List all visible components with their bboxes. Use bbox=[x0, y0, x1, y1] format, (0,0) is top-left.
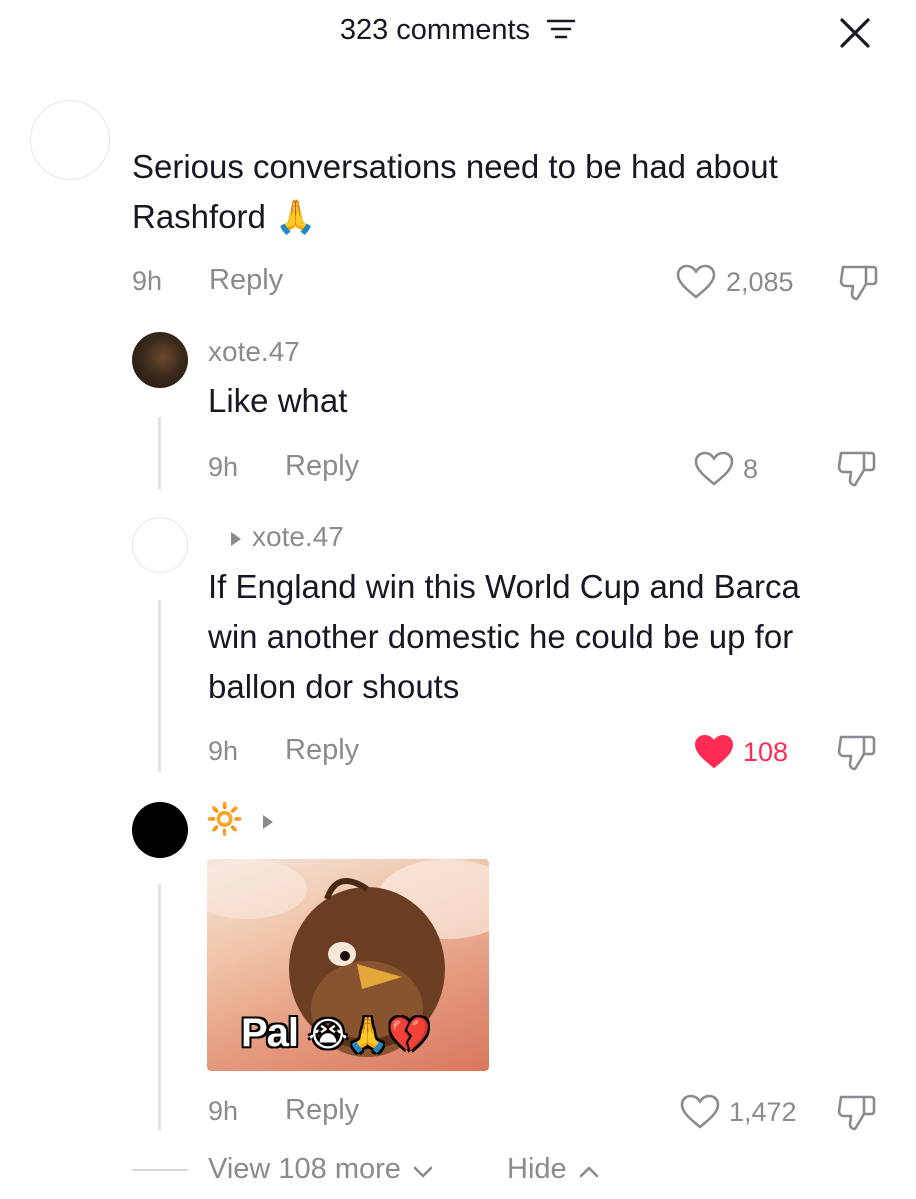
play-triangle-icon bbox=[230, 531, 242, 552]
comment-time: 9h bbox=[208, 452, 239, 482]
close-icon[interactable] bbox=[838, 16, 872, 50]
chevron-up-icon bbox=[579, 1154, 599, 1187]
comment-text: Serious conversations need to be had abo… bbox=[132, 148, 778, 235]
comment-text: Like what bbox=[208, 382, 348, 419]
chevron-down-icon bbox=[413, 1154, 433, 1187]
heart-icon[interactable] bbox=[694, 451, 734, 492]
comment-text: If England win this World Cup and Barca … bbox=[208, 568, 800, 705]
comments-header: 323 comments bbox=[0, 14, 916, 48]
heart-filled-icon[interactable] bbox=[694, 734, 734, 775]
dislike-icon[interactable] bbox=[836, 732, 878, 777]
view-more-replies-button[interactable]: View 108 more bbox=[208, 1153, 433, 1187]
play-triangle-icon bbox=[262, 804, 274, 838]
sticker-caption: Pal 😭🙏💔 bbox=[241, 1011, 431, 1055]
comment-time: 9h bbox=[208, 736, 239, 766]
username[interactable]: xote.47 bbox=[208, 336, 300, 368]
dislike-icon[interactable] bbox=[838, 262, 880, 307]
avatar[interactable] bbox=[30, 100, 110, 180]
username[interactable]: 🔆 bbox=[206, 802, 274, 838]
heart-icon[interactable] bbox=[676, 264, 716, 305]
thread-line bbox=[158, 417, 161, 489]
avatar[interactable] bbox=[132, 802, 188, 858]
comments-count: 323 comments bbox=[339, 14, 531, 46]
hide-replies-button[interactable]: Hide bbox=[507, 1153, 599, 1187]
dislike-icon[interactable] bbox=[836, 448, 878, 493]
reply-to-username: xote.47 bbox=[252, 521, 344, 552]
dislike-icon[interactable] bbox=[836, 1092, 878, 1137]
heart-icon[interactable] bbox=[680, 1094, 720, 1135]
like-count: 1,472 bbox=[729, 1097, 797, 1127]
sort-lines-icon[interactable] bbox=[546, 15, 576, 48]
thread-line bbox=[158, 600, 161, 772]
like-count: 8 bbox=[743, 454, 759, 484]
reply-to[interactable]: xote.47 bbox=[230, 521, 344, 553]
reply-button[interactable]: Reply bbox=[209, 264, 283, 297]
sun-emoji: 🔆 bbox=[206, 803, 244, 836]
thread-line bbox=[158, 884, 161, 1130]
reply-button[interactable]: Reply bbox=[285, 734, 359, 767]
sticker-emojis: 😭🙏💔 bbox=[308, 1016, 430, 1054]
reply-button[interactable]: Reply bbox=[285, 1094, 359, 1127]
like-count: 108 bbox=[743, 737, 789, 767]
sticker-image[interactable]: Pal 😭🙏💔 bbox=[207, 859, 489, 1071]
replies-divider bbox=[132, 1169, 188, 1171]
comment-time: 9h bbox=[132, 266, 163, 296]
avatar[interactable] bbox=[132, 332, 188, 388]
reply-button[interactable]: Reply bbox=[285, 450, 359, 483]
comment-time: 9h bbox=[208, 1096, 239, 1126]
avatar[interactable] bbox=[132, 517, 188, 573]
like-count: 2,085 bbox=[726, 267, 794, 297]
pray-emoji: 🙏 bbox=[275, 198, 317, 235]
